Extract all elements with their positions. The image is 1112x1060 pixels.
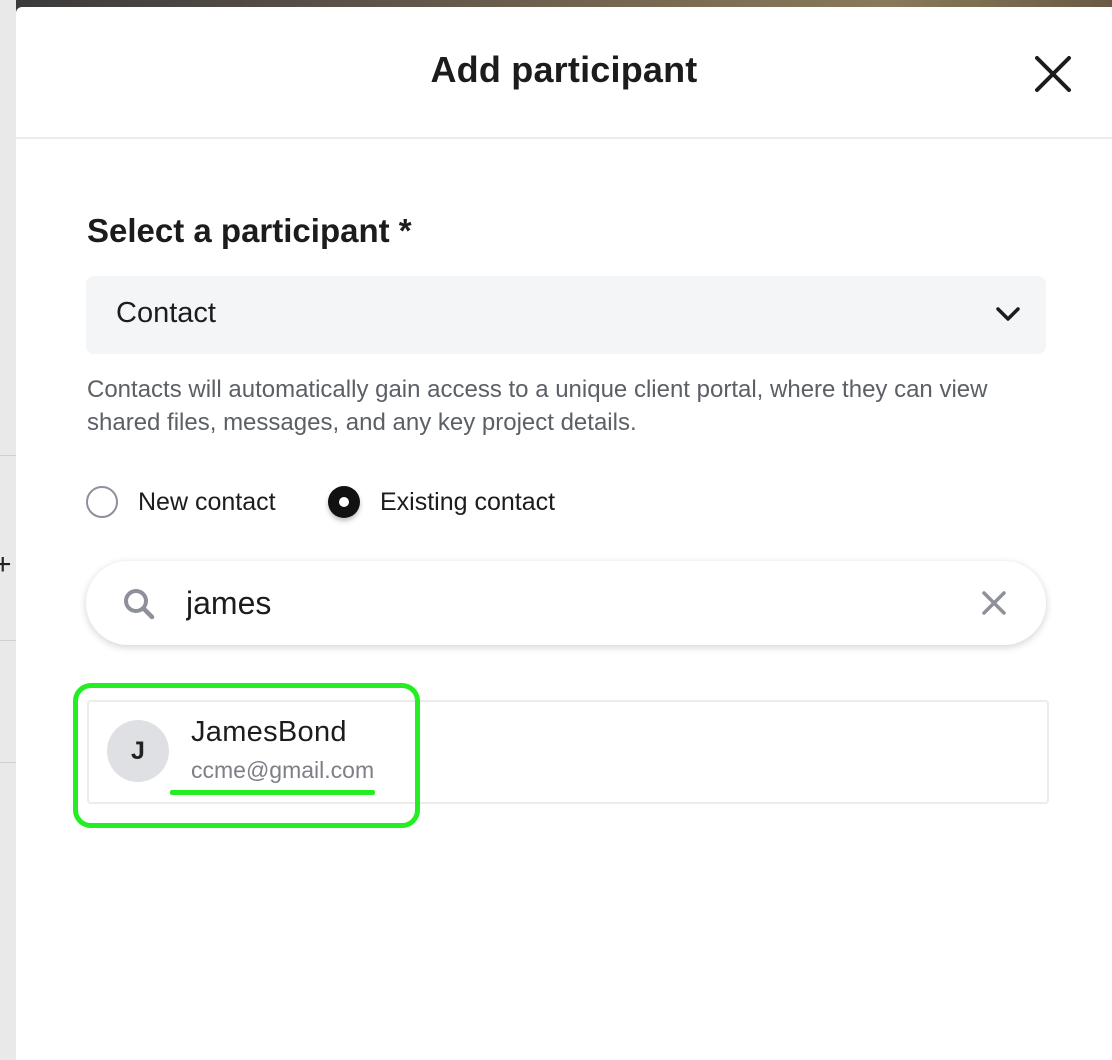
search-input[interactable] bbox=[184, 577, 948, 629]
radio-new-contact[interactable]: New contact bbox=[86, 482, 276, 522]
list-item[interactable]: J JamesBond ccme@gmail.com bbox=[89, 702, 419, 802]
screen: + Add participant Select a participant *… bbox=[0, 0, 1112, 1060]
search-icon bbox=[124, 589, 155, 620]
background-add-icon: + bbox=[0, 548, 12, 581]
search-results-list: J JamesBond ccme@gmail.com bbox=[87, 700, 1049, 804]
background-app-sidebar: + bbox=[0, 0, 16, 1060]
add-participant-modal: Add participant Select a participant * C… bbox=[16, 7, 1112, 1060]
background-divider bbox=[0, 762, 16, 763]
radio-label: Existing contact bbox=[380, 487, 556, 516]
select-value: Contact bbox=[116, 297, 216, 329]
avatar: J bbox=[107, 720, 169, 782]
contact-name: JamesBond bbox=[191, 716, 347, 748]
modal-title: Add participant bbox=[430, 49, 698, 90]
radio-label: New contact bbox=[138, 487, 276, 516]
radio-button[interactable] bbox=[86, 486, 118, 518]
chevron-down-icon bbox=[996, 307, 1020, 321]
clear-icon[interactable] bbox=[980, 589, 1008, 617]
close-button[interactable] bbox=[1031, 52, 1075, 96]
close-icon bbox=[1035, 56, 1071, 92]
background-divider bbox=[0, 455, 16, 456]
radio-existing-contact[interactable]: Existing contact bbox=[328, 482, 555, 522]
radio-button-checked[interactable] bbox=[328, 486, 360, 518]
contact-email: ccme@gmail.com bbox=[191, 757, 375, 783]
background-divider bbox=[0, 640, 16, 641]
select-participant-label: Select a participant * bbox=[87, 212, 412, 249]
contact-search-box bbox=[86, 561, 1046, 645]
participant-type-select[interactable]: Contact bbox=[86, 276, 1046, 354]
help-text: Contacts will automatically gain access … bbox=[87, 376, 988, 436]
modal-header: Add participant bbox=[16, 7, 1112, 139]
